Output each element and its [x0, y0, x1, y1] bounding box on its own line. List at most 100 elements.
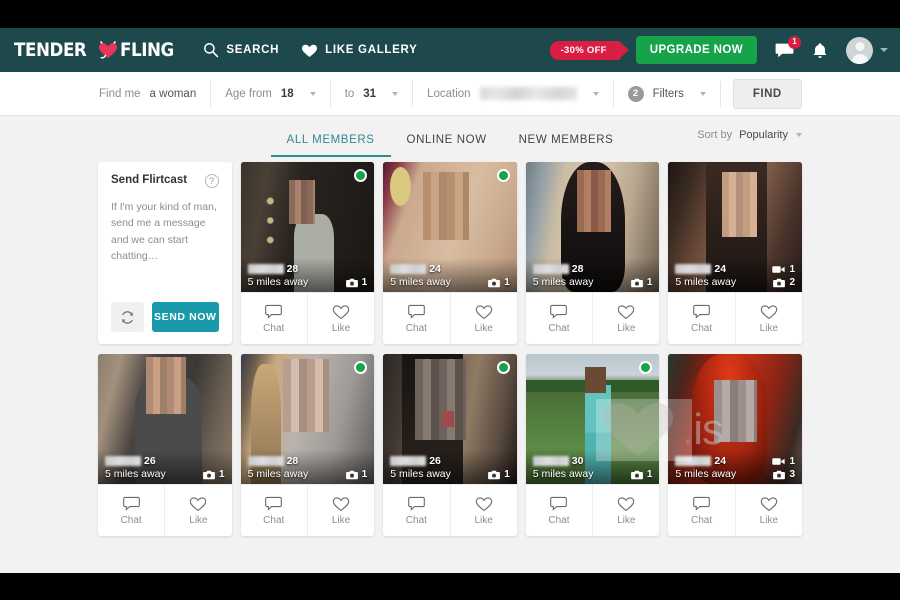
profile-card[interactable]: 24 5 miles away 1 3 Chat Like [668, 354, 802, 536]
card-actions: Chat Like [240, 292, 375, 344]
profile-photo[interactable]: 26 5 miles away 1 [98, 354, 232, 484]
chat-button[interactable]: Chat [241, 485, 307, 536]
chat-button[interactable]: Chat [383, 485, 449, 536]
notifications-button[interactable] [812, 42, 828, 59]
question-mark-icon[interactable]: ? [204, 174, 219, 188]
chat-button[interactable]: Chat [526, 485, 592, 536]
profile-card[interactable]: 26 5 miles away 1 Chat Like [98, 354, 232, 536]
chat-button[interactable]: Chat [241, 293, 307, 344]
video-count-badge: 1 [772, 456, 795, 467]
chevron-down-icon[interactable] [796, 133, 802, 137]
card-actions: Chat Like [668, 484, 802, 536]
camera-icon [488, 470, 501, 479]
avatar[interactable] [846, 36, 873, 64]
profile-card[interactable]: 30 5 miles away 1 Chat Like [525, 354, 660, 536]
media-badges: 1 [488, 277, 510, 288]
profile-age: 28 [571, 263, 584, 275]
profile-name-redacted [247, 264, 284, 274]
site-logo[interactable]: TENDER FLING [14, 28, 181, 72]
chat-button[interactable]: Chat [668, 293, 734, 344]
card-actions: Chat Like [668, 292, 802, 344]
profile-photo[interactable]: 24 5 miles away 1 [383, 162, 517, 292]
profile-name-redacted [390, 264, 427, 274]
discount-badge[interactable]: -30% OFF [549, 40, 630, 60]
tab-online-now[interactable]: ONLINE NOW [391, 122, 503, 157]
profile-photo[interactable]: 26 5 miles away 1 [383, 354, 517, 484]
find-me-field[interactable]: Find me a woman [85, 72, 210, 115]
avatar-body [851, 53, 868, 64]
like-button[interactable]: Like [592, 293, 659, 344]
nav-like-gallery[interactable]: LIKE GALLERY [301, 43, 417, 58]
heart-outline-icon [760, 304, 778, 319]
like-label: Like [331, 322, 351, 334]
chat-button[interactable]: Chat [98, 485, 164, 536]
sort-by-control[interactable]: Sort by Popularity [697, 129, 802, 141]
chevron-down-icon[interactable] [699, 91, 706, 96]
age-to-label: to [344, 87, 355, 100]
profile-photo[interactable]: 30 5 miles away 1 [525, 354, 660, 484]
chat-button[interactable]: Chat [383, 293, 449, 344]
letterbox-bottom [0, 573, 900, 600]
like-button[interactable]: Like [306, 485, 374, 536]
chevron-down-icon[interactable] [392, 91, 399, 96]
find-button[interactable]: FIND [732, 78, 802, 109]
profile-card[interactable]: 28 5 miles away 1 Chat Like [240, 162, 375, 344]
profile-card[interactable]: 26 5 miles away 1 Chat Like [383, 354, 517, 536]
chat-button[interactable]: Chat [526, 293, 592, 344]
tab-all-members[interactable]: ALL MEMBERS [270, 122, 391, 157]
media-badges: 1 [630, 277, 652, 288]
upgrade-now-button[interactable]: UPGRADE NOW [635, 36, 757, 64]
profile-age: 24 [714, 455, 727, 467]
chevron-down-icon[interactable] [309, 91, 316, 96]
profile-card[interactable]: 24 5 miles away 1 2 Chat Like [668, 162, 802, 344]
age-from-value: 18 [280, 87, 294, 100]
divider [719, 80, 721, 107]
media-badges: 1 [630, 469, 652, 480]
age-to-field[interactable]: to 31 [331, 72, 412, 115]
like-button[interactable]: Like [164, 485, 231, 536]
photo-count-badge: 1 [488, 277, 510, 288]
chevron-down-icon[interactable] [592, 91, 599, 96]
heart-outline-icon [332, 496, 350, 511]
like-button[interactable]: Like [592, 485, 659, 536]
profile-name-redacted [390, 456, 427, 466]
profile-photo[interactable]: 28 5 miles away 1 [240, 162, 375, 292]
profile-photo[interactable]: 24 5 miles away 1 3 [668, 354, 802, 484]
pixelated-face [584, 367, 606, 393]
profile-photo[interactable]: 28 5 miles away 1 [525, 162, 660, 292]
filters-field[interactable]: 2 Filters [614, 72, 720, 115]
video-count-badge: 1 [772, 264, 795, 275]
like-button[interactable]: Like [306, 293, 374, 344]
profile-card[interactable]: 28 5 miles away 1 Chat Like [240, 354, 375, 536]
profile-card[interactable]: 28 5 miles away 1 Chat Like [525, 162, 660, 344]
send-now-button[interactable]: SEND NOW [152, 302, 219, 332]
chevron-down-icon[interactable] [880, 48, 888, 52]
messages-button[interactable]: 1 [775, 35, 801, 59]
like-button[interactable]: Like [734, 485, 802, 536]
chat-label: Chat [548, 514, 570, 526]
chat-label: Chat [548, 322, 570, 334]
profile-photo[interactable]: 28 5 miles away 1 [240, 354, 375, 484]
age-from-field[interactable]: Age from 18 [211, 72, 329, 115]
pixelated-face [415, 359, 467, 440]
camera-icon [773, 470, 786, 479]
pixelated-face [713, 380, 757, 443]
profile-card[interactable]: 24 5 miles away 1 Chat Like [383, 162, 517, 344]
like-button[interactable]: Like [449, 293, 517, 344]
chat-button[interactable]: Chat [668, 485, 734, 536]
video-camera-icon [772, 458, 786, 465]
photo-count-badge: 1 [630, 277, 652, 288]
row-gap [98, 344, 802, 354]
location-field[interactable]: Location [413, 72, 612, 115]
like-button[interactable]: Like [734, 293, 802, 344]
pixel-block [441, 411, 454, 427]
refresh-icon[interactable] [111, 302, 144, 332]
profile-photo[interactable]: 24 5 miles away 1 2 [668, 162, 802, 292]
camera-icon [773, 278, 786, 287]
heart-outline-icon [332, 304, 350, 319]
profile-age: 24 [714, 263, 727, 275]
media-badges: 1 [203, 469, 225, 480]
nav-search[interactable]: SEARCH [203, 42, 279, 58]
like-button[interactable]: Like [449, 485, 517, 536]
tab-new-members[interactable]: NEW MEMBERS [503, 122, 630, 157]
